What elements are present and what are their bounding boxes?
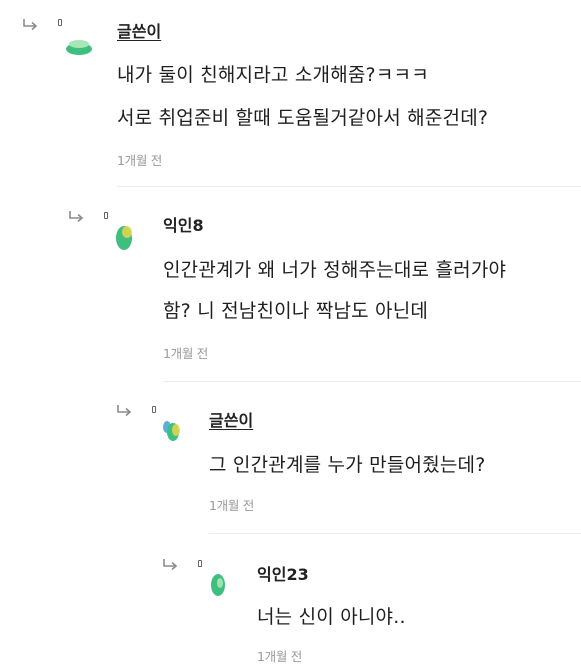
comment-text-line: 그 인간관계를 누가 만들어줬는데? [209, 454, 486, 476]
comment-author[interactable]: 익인23 [257, 561, 309, 585]
comment-text-line: 서로 취업준비 할때 도움될거같아서 해준건데? [117, 107, 489, 129]
avatar-icon[interactable] [110, 222, 140, 252]
marker-icon [198, 560, 202, 567]
comment-text-line: 함? 니 전남친이나 짝남도 아닌데 [163, 300, 429, 322]
divider [209, 533, 581, 534]
marker-icon [58, 19, 62, 26]
comment-text-line: 내가 둘이 친해지라고 소개해줌?ㅋㅋㅋ [117, 64, 429, 86]
comment-author[interactable]: 익인8 [163, 212, 204, 236]
comment-timestamp: 1개월 전 [117, 153, 162, 168]
reply-arrow-icon [23, 19, 38, 31]
comment-timestamp: 1개월 전 [257, 649, 302, 664]
divider [117, 186, 581, 187]
marker-icon [104, 212, 108, 219]
comment-timestamp: 1개월 전 [163, 346, 208, 361]
comment-text-line: 인간관계가 왜 너가 정해주는대로 흘러가야 [163, 259, 507, 281]
comment-author[interactable]: 글쓴이 [117, 18, 161, 42]
marker-icon [152, 406, 156, 413]
avatar-icon[interactable] [204, 570, 234, 600]
reply-arrow-icon [117, 405, 132, 417]
reply-arrow-icon [69, 211, 84, 223]
avatar-icon[interactable] [64, 32, 94, 62]
avatar-icon[interactable] [158, 416, 188, 446]
comment-timestamp: 1개월 전 [209, 498, 254, 513]
divider [163, 381, 581, 382]
comment-author[interactable]: 글쓴이 [209, 407, 253, 431]
comment-text-line: 너는 신이 아니야.. [257, 606, 406, 628]
reply-arrow-icon [163, 559, 178, 571]
